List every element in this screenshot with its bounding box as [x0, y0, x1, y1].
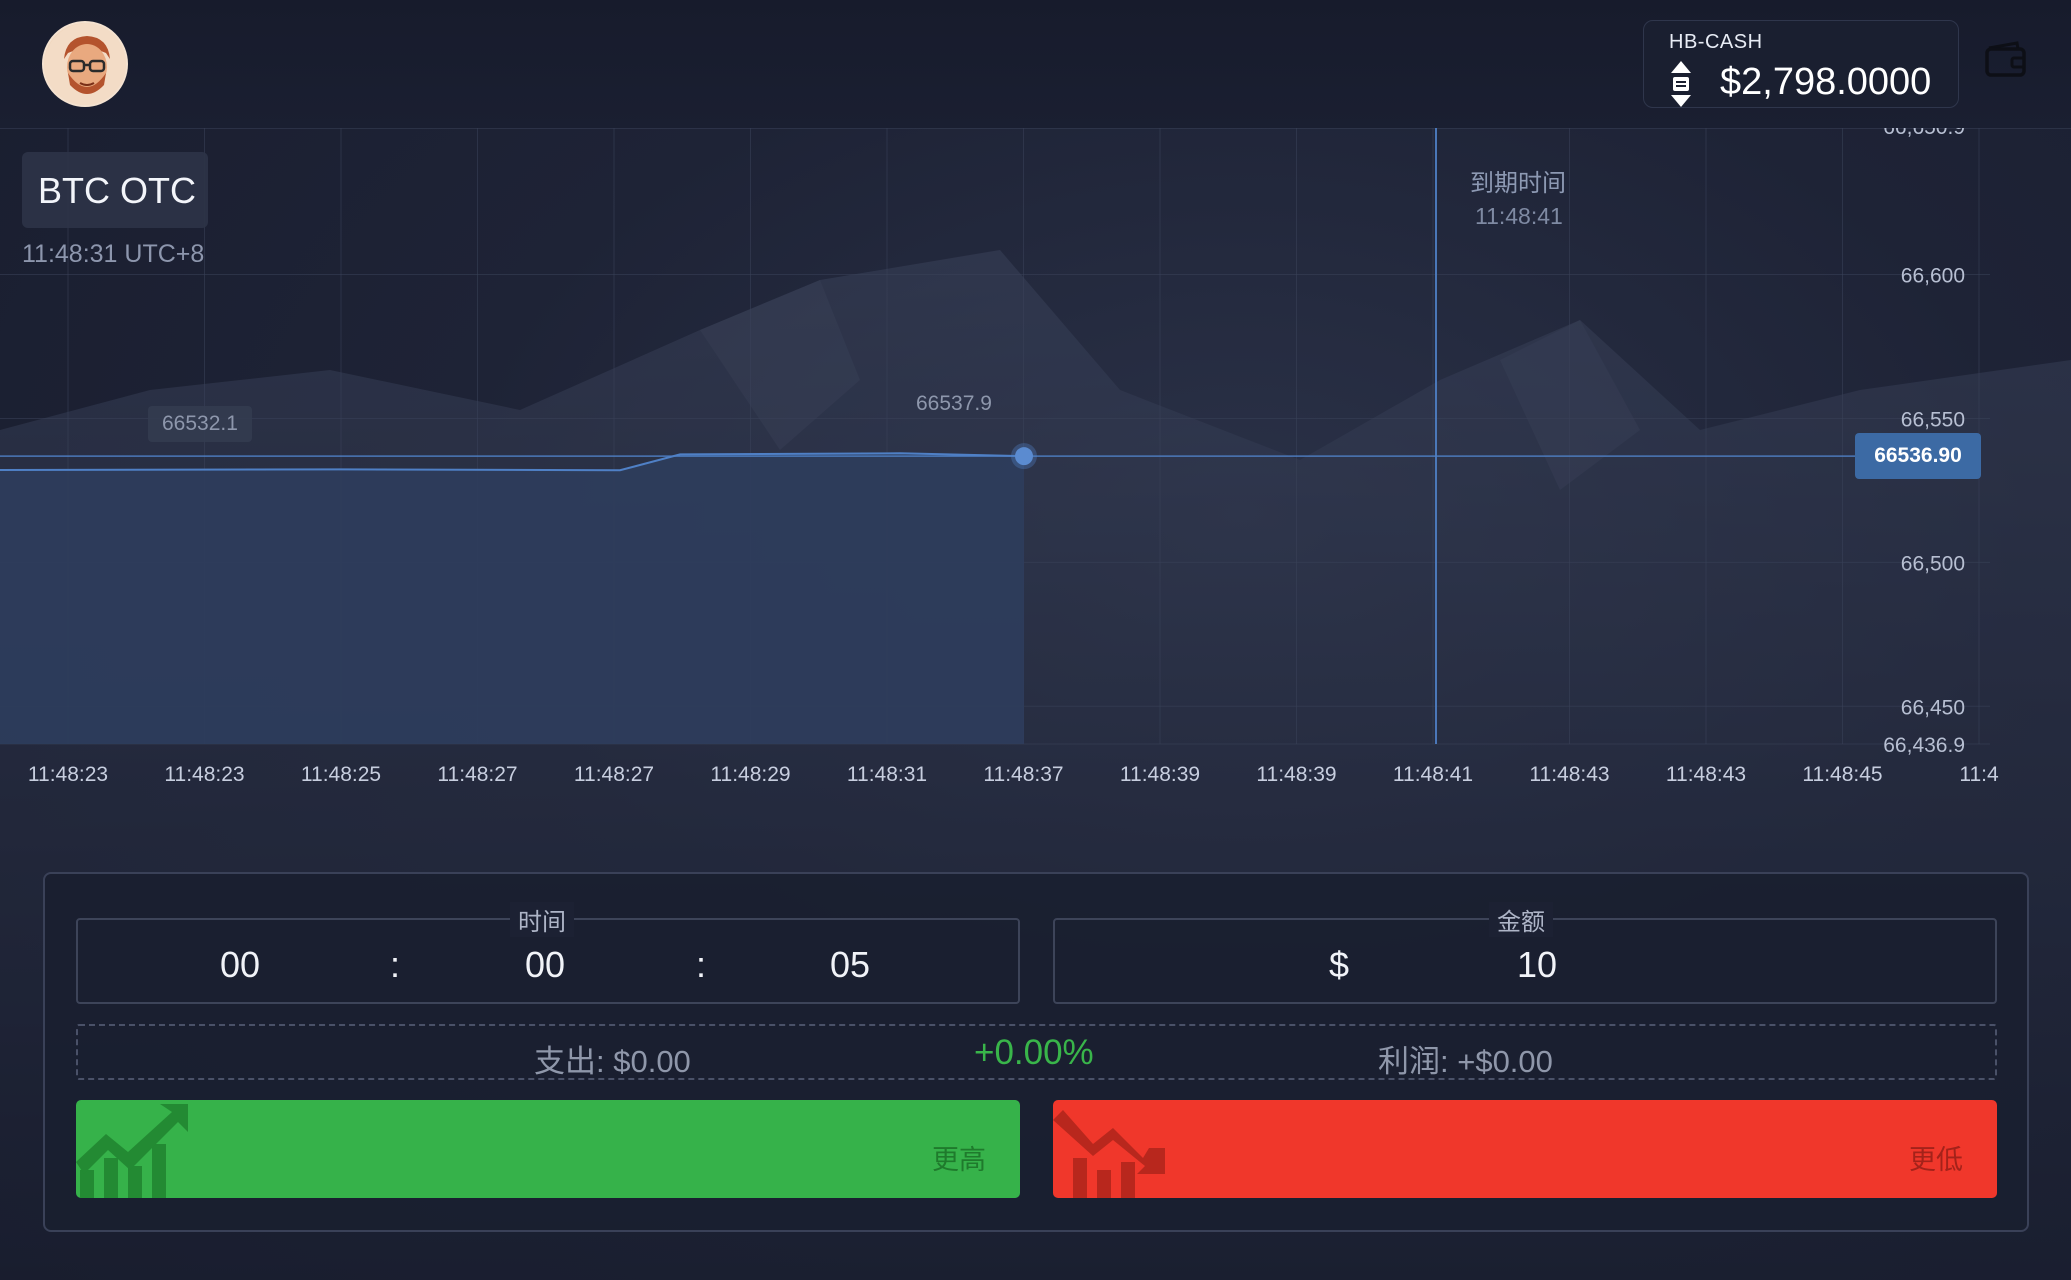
x-tick-label: 11:48:27	[574, 763, 654, 786]
profit-amount: 利润: +$0.00	[1378, 1044, 1553, 1079]
x-tick-label: 11:4	[1959, 763, 1999, 786]
lower-button[interactable]: 更低	[1053, 1100, 1997, 1198]
balance-selector[interactable]: HB-CASH $2,798.0000	[1643, 20, 1959, 108]
amount-label: 金额	[1489, 902, 1553, 937]
y-tick-label: 66,550	[1901, 408, 1965, 431]
x-tick-label: 11:48:43	[1529, 763, 1609, 786]
price-area	[0, 453, 1024, 744]
x-tick-label: 11:48:39	[1120, 763, 1200, 786]
balance-account-label: HB-CASH	[1669, 31, 1763, 53]
x-tick-label: 11:48:25	[301, 763, 381, 786]
duration-hours[interactable]: 00	[220, 944, 260, 986]
higher-button[interactable]: 更高	[76, 1100, 1020, 1198]
x-tick-label: 11:48:29	[710, 763, 790, 786]
duration-field[interactable]: 时间 00 : 00 : 05	[76, 902, 1020, 1004]
x-tick-label: 11:48:39	[1256, 763, 1336, 786]
duration-seconds[interactable]: 05	[830, 944, 870, 986]
price-chart[interactable]: 66,650.9 66,600 66,550 66,500 66,450 66,436.9…	[0, 128, 2071, 808]
asset-selector[interactable]: BTC OTC	[22, 152, 208, 228]
currency-symbol: $	[1329, 944, 1350, 985]
x-tick-label: 11:48:23	[164, 763, 244, 786]
asset-name: BTC OTC	[38, 170, 196, 211]
y-tick-label: 66,650.9	[1883, 128, 1965, 139]
duration-label: 时间	[510, 902, 574, 937]
x-tick-label: 11:48:45	[1802, 763, 1882, 786]
balance-amount: $2,798.0000	[1720, 61, 1932, 103]
trading-screen: HB-CASH $2,798.0000 66,650.9 66,600 66,550…	[0, 0, 2071, 1280]
lower-button-label: 更低	[1909, 1145, 1963, 1175]
amount-value[interactable]: 10	[1517, 944, 1557, 986]
expiry-time: 11:48:41	[1475, 203, 1563, 229]
x-tick-label: 11:48:37	[983, 763, 1063, 786]
x-tick-label: 11:48:31	[847, 763, 927, 786]
y-tick-label: 66,600	[1901, 265, 1965, 288]
server-clock: 11:48:31 UTC+8	[22, 240, 205, 268]
trade-panel: 时间 00 : 00 : 05 金额 $ 10 支出: $0.00 +0.00%…	[43, 872, 2029, 1232]
duration-minutes[interactable]: 00	[525, 944, 565, 986]
higher-button-label: 更高	[932, 1145, 986, 1175]
top-bar: HB-CASH $2,798.0000	[0, 0, 2071, 128]
trend-up-icon	[76, 1104, 188, 1198]
wallet-icon[interactable]	[1985, 40, 2027, 78]
price-point-label-peak: 66537.9	[916, 392, 992, 415]
current-price-tag: 66536.90	[1855, 433, 1981, 480]
duration-separator: :	[696, 944, 707, 985]
y-tick-label: 66,450	[1901, 696, 1965, 719]
x-tick-label: 11:48:27	[437, 763, 517, 786]
amount-field[interactable]: 金额 $ 10	[1053, 902, 1997, 1004]
price-chart-canvas: 66,650.9 66,600 66,550 66,500 66,450 66,436.9…	[0, 128, 2071, 786]
avatar[interactable]	[42, 21, 128, 107]
spend-amount: 支出: $0.00	[534, 1044, 691, 1079]
balance-switch-icon[interactable]	[1668, 59, 1694, 109]
duration-separator: :	[390, 944, 401, 985]
payout-summary: 支出: $0.00 +0.00% 利润: +$0.00	[76, 1024, 1997, 1080]
expiry-label: 到期时间	[1470, 170, 1566, 197]
price-point-label-start: 66532.1	[148, 406, 252, 442]
trend-down-icon	[1053, 1110, 1165, 1198]
y-tick-label: 66,436.9	[1883, 734, 1965, 757]
x-tick-label: 11:48:43	[1666, 763, 1746, 786]
y-tick-label: 66,500	[1901, 552, 1965, 575]
avatar-face-icon	[44, 23, 126, 105]
current-point-marker	[1015, 447, 1033, 466]
x-tick-label: 11:48:23	[28, 763, 108, 786]
payout-percent: +0.00%	[974, 1033, 1094, 1072]
x-tick-label: 11:48:41	[1393, 763, 1473, 786]
